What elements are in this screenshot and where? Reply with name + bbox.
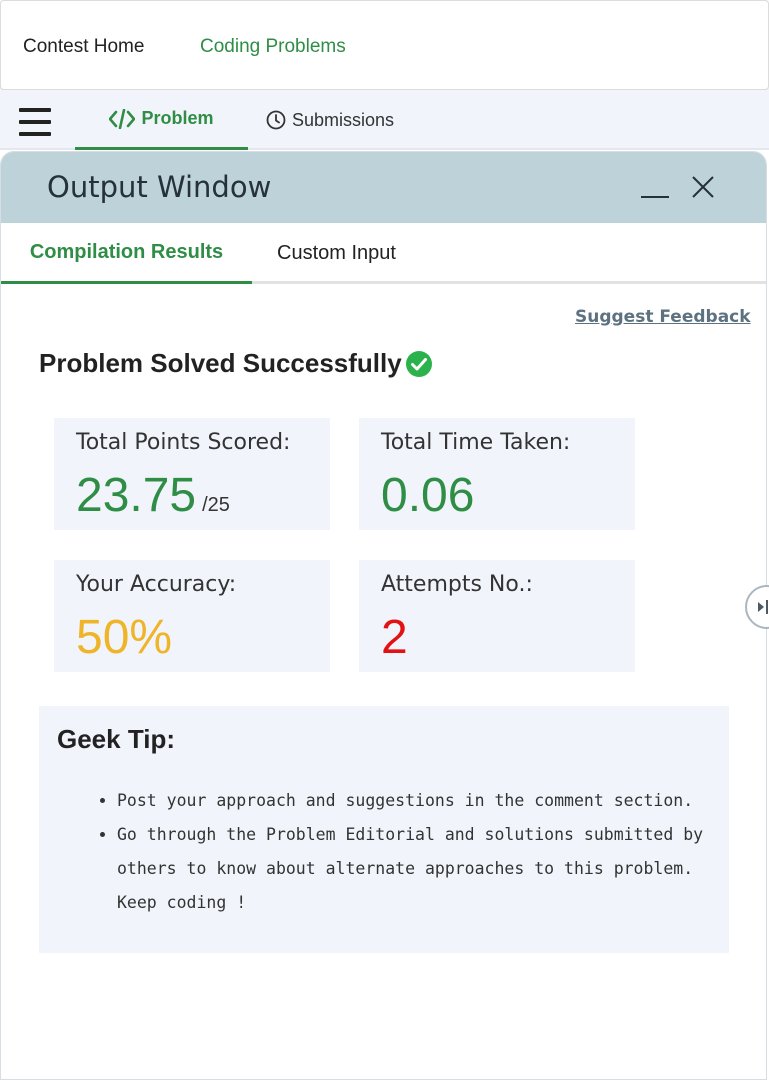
- minimize-icon[interactable]: [641, 196, 669, 198]
- attempts-card: Attempts No.: 2: [359, 560, 635, 672]
- tab-submissions[interactable]: Submissions: [258, 90, 394, 150]
- points-max: /25: [202, 494, 230, 516]
- check-circle-icon: [405, 350, 432, 377]
- attempts-value: 2: [381, 611, 408, 664]
- menu-icon[interactable]: [19, 108, 51, 138]
- accuracy-value: 50%: [76, 611, 173, 664]
- points-card: Total Points Scored: 23.75/25: [54, 418, 330, 530]
- tab-custom-input[interactable]: Custom Input: [277, 223, 396, 284]
- tab-problem-label: Problem: [141, 108, 214, 128]
- geek-tip-item: Post your approach and suggestions in th…: [117, 784, 717, 818]
- attempts-label: Attempts No.:: [381, 572, 533, 597]
- output-window-header: Output Window: [1, 152, 766, 223]
- output-window-title: Output Window: [47, 170, 272, 204]
- accuracy-card: Your Accuracy: 50%: [54, 560, 330, 672]
- output-window: Output Window Compilation Results Custom…: [0, 151, 767, 1080]
- top-nav: Contest Home Coding Problems: [0, 0, 769, 90]
- output-tabs: Compilation Results Custom Input: [1, 223, 766, 284]
- geek-tip-item: Go through the Problem Editorial and sol…: [117, 818, 717, 920]
- close-icon[interactable]: [690, 174, 716, 200]
- geek-tip: Geek Tip: Post your approach and suggest…: [39, 706, 729, 953]
- suggest-feedback-link[interactable]: Suggest Feedback: [575, 307, 751, 327]
- collapse-arrow-icon: [758, 600, 768, 614]
- geek-tip-title: Geek Tip:: [57, 724, 176, 754]
- code-icon: [109, 108, 136, 129]
- time-card: Total Time Taken: 0.06: [359, 418, 635, 530]
- tab-problem[interactable]: Problem: [75, 90, 248, 150]
- points-label: Total Points Scored:: [76, 430, 291, 455]
- geek-tip-list: Post your approach and suggestions in th…: [117, 784, 717, 920]
- time-value: 0.06: [381, 469, 475, 522]
- status-text: Problem Solved Successfully: [39, 348, 402, 378]
- coding-problems-link[interactable]: Coding Problems: [200, 36, 346, 58]
- points-value: 23.75: [76, 469, 197, 522]
- accuracy-label: Your Accuracy:: [76, 572, 237, 597]
- clock-icon: [266, 110, 286, 130]
- time-label: Total Time Taken:: [381, 430, 571, 455]
- points-value-wrap: 23.75/25: [76, 468, 230, 523]
- tab-compilation-results[interactable]: Compilation Results: [1, 223, 252, 284]
- contest-home-link[interactable]: Contest Home: [23, 36, 144, 58]
- tab-submissions-label: Submissions: [292, 109, 395, 130]
- collapse-handle-icon[interactable]: [745, 585, 769, 629]
- status-message: Problem Solved Successfully: [39, 348, 433, 379]
